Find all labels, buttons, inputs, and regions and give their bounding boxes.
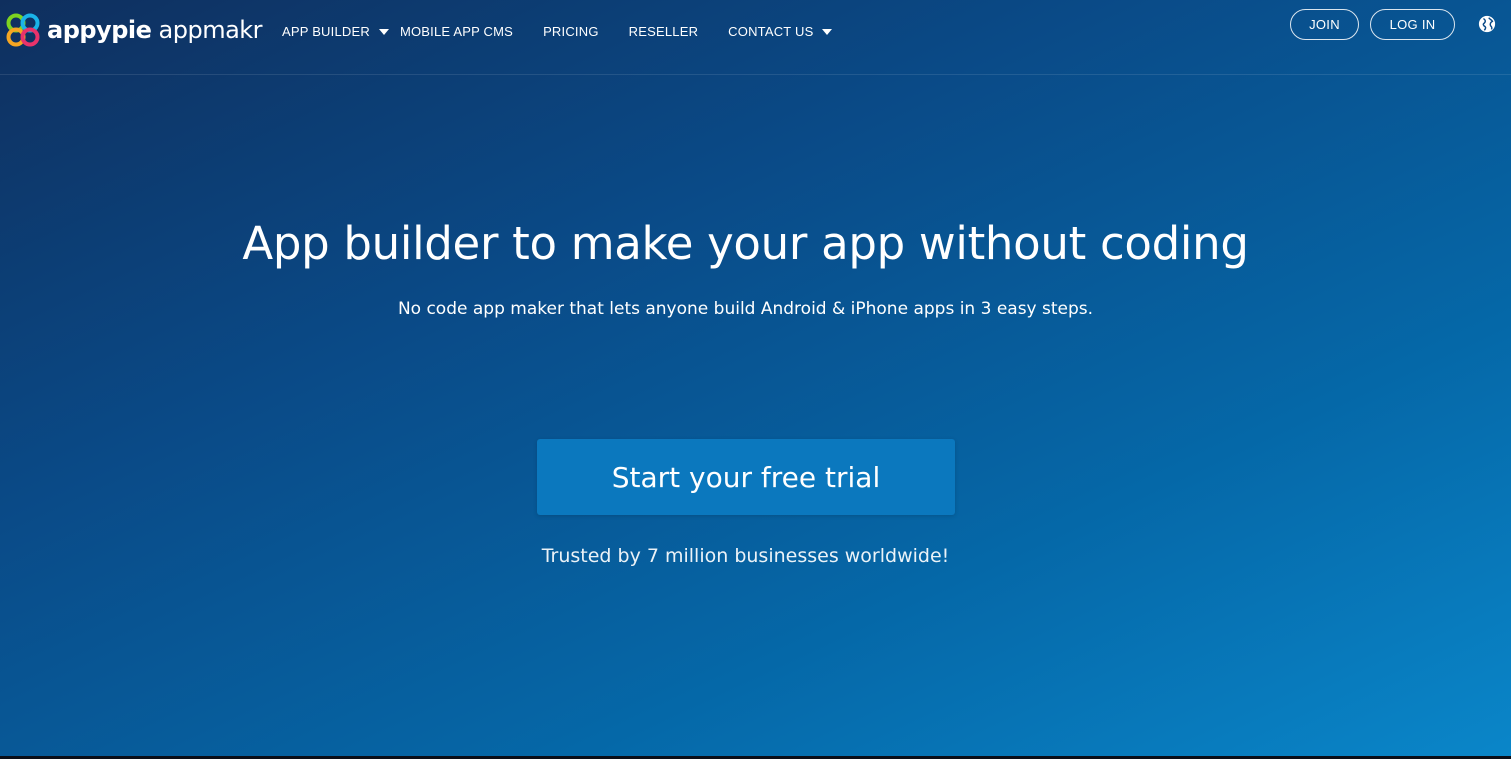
nav-mobile-app-cms-label: MOBILE APP CMS bbox=[399, 23, 514, 39]
main-nav: APP BUILDER MOBILE APP CMS PRICING RESEL… bbox=[282, 21, 833, 41]
nav-contact-us[interactable]: CONTACT US bbox=[728, 23, 833, 39]
nav-app-builder[interactable]: APP BUILDER bbox=[282, 24, 389, 39]
hero-page: appypie appmakr APP BUILDER MOBILE APP C… bbox=[0, 0, 1511, 756]
brand-name-bold: appypie bbox=[47, 16, 152, 44]
appypie-logo-icon bbox=[6, 13, 40, 47]
brand-name-light: appmakr bbox=[151, 16, 263, 44]
start-free-trial-button[interactable]: Start your free trial bbox=[537, 439, 955, 515]
brand-logo[interactable]: appypie appmakr bbox=[5, 12, 263, 48]
brand-name: appypie appmakr bbox=[47, 16, 263, 44]
top-header: appypie appmakr APP BUILDER MOBILE APP C… bbox=[0, 0, 1511, 75]
nav-contact-us-label: CONTACT US bbox=[728, 23, 814, 39]
nav-mobile-app-cms[interactable]: MOBILE APP CMS bbox=[400, 24, 513, 39]
hero-title: App builder to make your app without cod… bbox=[242, 217, 1249, 270]
nav-app-builder-label: APP BUILDER bbox=[282, 23, 370, 39]
globe-icon[interactable] bbox=[1478, 15, 1496, 33]
nav-reseller[interactable]: RESELLER bbox=[629, 24, 699, 39]
caret-down-icon bbox=[822, 28, 833, 35]
nav-pricing-label: PRICING bbox=[543, 23, 599, 39]
trust-statement: Trusted by 7 million businesses worldwid… bbox=[541, 545, 950, 567]
login-button[interactable]: LOG IN bbox=[1370, 9, 1455, 40]
nav-reseller-label: RESELLER bbox=[628, 23, 699, 39]
auth-buttons: JOIN LOG IN bbox=[1290, 9, 1455, 40]
caret-down-icon bbox=[378, 28, 389, 35]
join-button[interactable]: JOIN bbox=[1290, 9, 1359, 40]
hero-subtitle: No code app maker that lets anyone build… bbox=[397, 299, 1094, 319]
nav-pricing[interactable]: PRICING bbox=[543, 24, 599, 39]
